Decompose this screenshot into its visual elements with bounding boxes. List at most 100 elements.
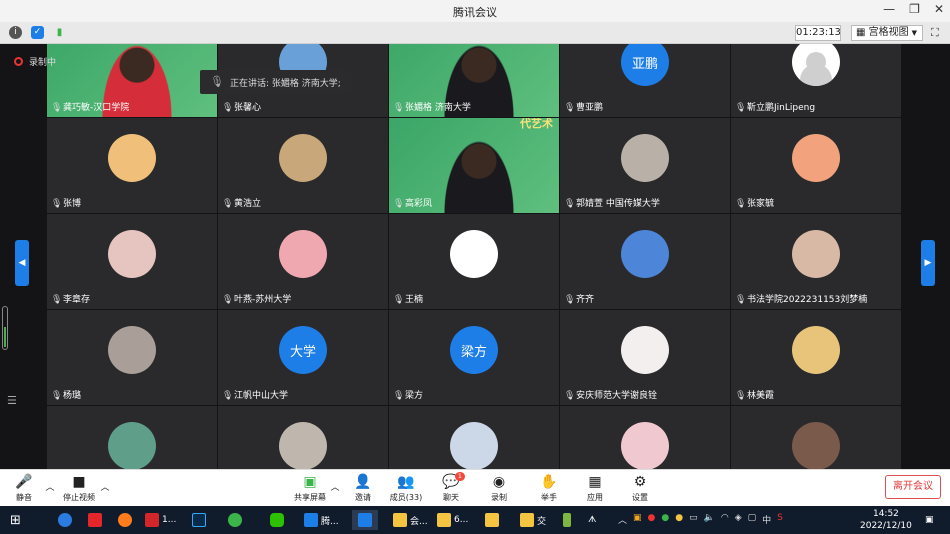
network-icon[interactable]: ▭: [689, 513, 698, 526]
firefox-icon: [118, 513, 132, 527]
participant-tile[interactable]: 🎙 王楠: [389, 214, 559, 309]
participant-tile[interactable]: 🎙 书法学院2022231153刘梦楠: [731, 214, 901, 309]
prev-page-button[interactable]: ◀: [15, 240, 29, 286]
shield-icon[interactable]: ✓: [31, 26, 44, 39]
settings-button[interactable]: ⚙ 设置: [618, 472, 662, 503]
raise-hand-button[interactable]: ✋ 举手: [527, 472, 571, 503]
mute-options-button[interactable]: ︿: [44, 480, 56, 493]
participant-name: 🎙 张媚格 济南大学: [393, 103, 471, 113]
next-page-button[interactable]: ▶: [921, 240, 935, 286]
record-button[interactable]: ◉ 录制: [477, 472, 521, 503]
avatar: [792, 326, 840, 374]
tray-app-icon[interactable]: ●: [648, 513, 656, 526]
taskbar-folder-4[interactable]: 交: [520, 510, 546, 530]
camera-icon: ■: [72, 474, 86, 490]
info-icon[interactable]: i: [9, 26, 22, 39]
invite-button[interactable]: 👤 邀请: [341, 472, 385, 503]
participant-tile[interactable]: 代艺术 🎙 高彩凤: [389, 118, 559, 213]
taskbar-app-browser[interactable]: [58, 510, 72, 530]
apps-icon: ▦: [588, 474, 602, 490]
tray-app-icon[interactable]: ●: [661, 513, 669, 526]
participant-tile[interactable]: 🎙 张家毓: [731, 118, 901, 213]
participant-name: 🎙 曹亚鹏: [564, 103, 604, 113]
video-options-button[interactable]: ︿: [99, 480, 111, 493]
taskbar-folder-3[interactable]: [485, 510, 499, 530]
wechat-icon: [270, 513, 284, 527]
tray-app-icon[interactable]: ▣: [633, 513, 642, 526]
folder-icon: [485, 513, 499, 527]
taskbar-app-green[interactable]: [228, 510, 242, 530]
avatar: [621, 422, 669, 469]
apps-button[interactable]: ▦ 应用: [573, 472, 617, 503]
participant-tile[interactable]: 🎙 黄浩立: [218, 118, 388, 213]
folder-icon: [393, 513, 407, 527]
minimize-icon[interactable]: —: [883, 2, 895, 16]
participant-tile[interactable]: 🎙 靳立鹏JinLipeng: [731, 44, 901, 117]
participant-tile[interactable]: 🎙 林美霞: [731, 310, 901, 405]
list-icon[interactable]: ☰: [7, 394, 17, 407]
chevron-up-icon: ︿: [330, 483, 340, 493]
avatar: [108, 230, 156, 278]
participant-tile[interactable]: 大学 🎙 江帆中山大学: [218, 310, 388, 405]
wifi-icon[interactable]: ◠: [721, 513, 729, 526]
participant-tile[interactable]: 🎙 杨璐: [47, 310, 217, 405]
participant-tile[interactable]: 🎙 叶燕-苏州大学: [218, 214, 388, 309]
volume-icon[interactable]: 🔈: [704, 513, 715, 526]
taskbar-app-meeting[interactable]: 腾...: [304, 510, 339, 530]
taskbar-app-battery[interactable]: [563, 510, 571, 530]
participant-tile[interactable]: [731, 406, 901, 469]
taskbar-app-wechat[interactable]: [270, 510, 284, 530]
participant-tile[interactable]: [560, 406, 730, 469]
tray-app-icon[interactable]: S: [777, 513, 783, 526]
start-button[interactable]: ⊞: [10, 510, 21, 530]
participant-tile[interactable]: [218, 406, 388, 469]
taskbar-app-firefox[interactable]: [118, 510, 132, 530]
participant-tile[interactable]: 代艺术🎙龚巧敏-汉口学院: [47, 44, 217, 117]
record-dot-icon: [14, 57, 23, 66]
stop-video-button[interactable]: ■ 停止视频: [57, 472, 101, 503]
participant-tile[interactable]: [389, 406, 559, 469]
taskbar-clock[interactable]: 14:52 2022/12/10: [860, 508, 912, 532]
participant-name: 🎙 张博: [51, 199, 82, 209]
tray-app-icon[interactable]: ◈: [735, 513, 742, 526]
taskbar-folder-1[interactable]: 会...: [393, 510, 428, 530]
fullscreen-icon[interactable]: ⛶: [931, 26, 939, 40]
photoshop-icon: [192, 513, 206, 527]
chevron-up-icon[interactable]: ︿: [618, 513, 627, 526]
taskbar-app-people[interactable]: ᗑ: [588, 510, 596, 530]
share-screen-button[interactable]: ▣ 共享屏幕: [288, 472, 332, 503]
taskbar-app-wps[interactable]: 1...: [145, 510, 176, 530]
taskbar-app-acrobat[interactable]: [88, 510, 102, 530]
restore-icon[interactable]: ❐: [909, 2, 920, 16]
participant-tile[interactable]: 🎙 安庆师范大学谢良铨: [560, 310, 730, 405]
signal-icon[interactable]: ▮: [53, 26, 66, 39]
taskbar-folder-2[interactable]: 6...: [437, 510, 468, 530]
meeting-app-icon: [358, 513, 372, 527]
participant-name: 🎙 龚巧敏-汉口学院: [51, 103, 130, 113]
chat-button[interactable]: 💬 1 聊天: [429, 472, 473, 503]
participant-tile[interactable]: 梁方 🎙 梁方: [389, 310, 559, 405]
close-icon[interactable]: ✕: [934, 2, 944, 16]
taskbar-app-photoshop[interactable]: [192, 510, 206, 530]
mic-icon: 🎙: [222, 295, 234, 305]
tray-app-icon[interactable]: ●: [675, 513, 683, 526]
share-screen-icon: ▣: [303, 474, 317, 490]
participant-tile[interactable]: 🎙 郭婧萱 中国传媒大学: [560, 118, 730, 213]
participant-tile[interactable]: 🎙 张博: [47, 118, 217, 213]
taskbar-app-meeting-active[interactable]: [352, 510, 378, 530]
chevron-right-icon: ▶: [924, 258, 932, 268]
ime-indicator[interactable]: 中: [762, 513, 771, 526]
participant-tile[interactable]: 🎙 李章存: [47, 214, 217, 309]
participant-tile[interactable]: 代艺术🎙张媚格 济南大学: [389, 44, 559, 117]
tray-app-icon[interactable]: ▢: [748, 513, 757, 526]
battery-icon: [563, 513, 571, 527]
mute-button[interactable]: 🎤 静音: [2, 472, 46, 503]
leave-meeting-button[interactable]: 离开会议: [885, 475, 941, 499]
grid-view-dropdown[interactable]: ▦ 宫格视图 ▼: [851, 25, 923, 41]
members-button[interactable]: 👥 成员(33): [384, 472, 428, 503]
share-options-button[interactable]: ︿: [329, 480, 341, 493]
participant-tile[interactable]: 亚鹏 🎙 曹亚鹏: [560, 44, 730, 117]
participant-tile[interactable]: 🎙 齐齐: [560, 214, 730, 309]
participant-tile[interactable]: [47, 406, 217, 469]
notification-icon[interactable]: ▣: [925, 510, 934, 530]
